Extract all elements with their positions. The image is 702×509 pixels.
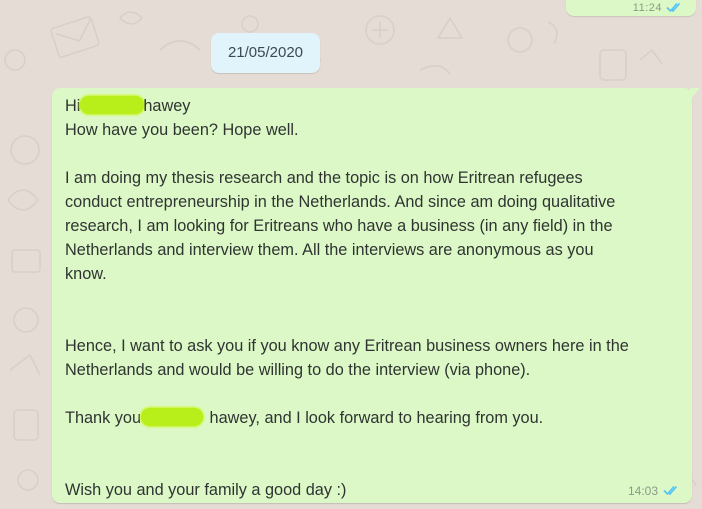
greeting-prefix: Hi (65, 97, 81, 115)
date-divider: 21/05/2020 (211, 33, 320, 73)
redacted-name-highlight (80, 96, 145, 114)
message-line: research, I am looking for Eritreans who… (65, 217, 613, 235)
thanks-line: Thank you hawey, and I look forward to h… (65, 406, 683, 430)
bubble-tail (690, 88, 700, 100)
previous-message-time: 11:24 (632, 2, 662, 14)
double-check-icon (663, 485, 678, 496)
message-text: Hi hawey How have you been? Hope well. I … (65, 94, 683, 502)
thanks-prefix: Thank you (65, 409, 142, 427)
message-time: 14:03 (627, 484, 658, 498)
message-line: I am doing my thesis research and the to… (65, 169, 583, 187)
message-line: Netherlands and interview them. All the … (65, 241, 594, 259)
greeting-line: Hi hawey (65, 94, 683, 118)
message-line: Hence, I want to ask you if you know any… (65, 337, 629, 355)
message-line: conduct entrepreneurship in the Netherla… (65, 193, 616, 211)
closing-line: Wish you and your family a good day :) (65, 481, 347, 499)
message-line: Netherlands and would be willing to do t… (65, 361, 531, 379)
greeting-suffix: hawey (143, 97, 191, 115)
thanks-suffix: hawey, and I look forward to hearing fro… (205, 409, 544, 427)
message-line: know. (65, 265, 107, 283)
outgoing-message-bubble[interactable]: Hi hawey How have you been? Hope well. I … (52, 88, 700, 503)
double-check-icon (666, 2, 681, 13)
redacted-name-highlight (141, 408, 204, 426)
message-line: How have you been? Hope well. (65, 121, 299, 139)
previous-message-bubble[interactable]: 11:24 (566, 0, 696, 16)
